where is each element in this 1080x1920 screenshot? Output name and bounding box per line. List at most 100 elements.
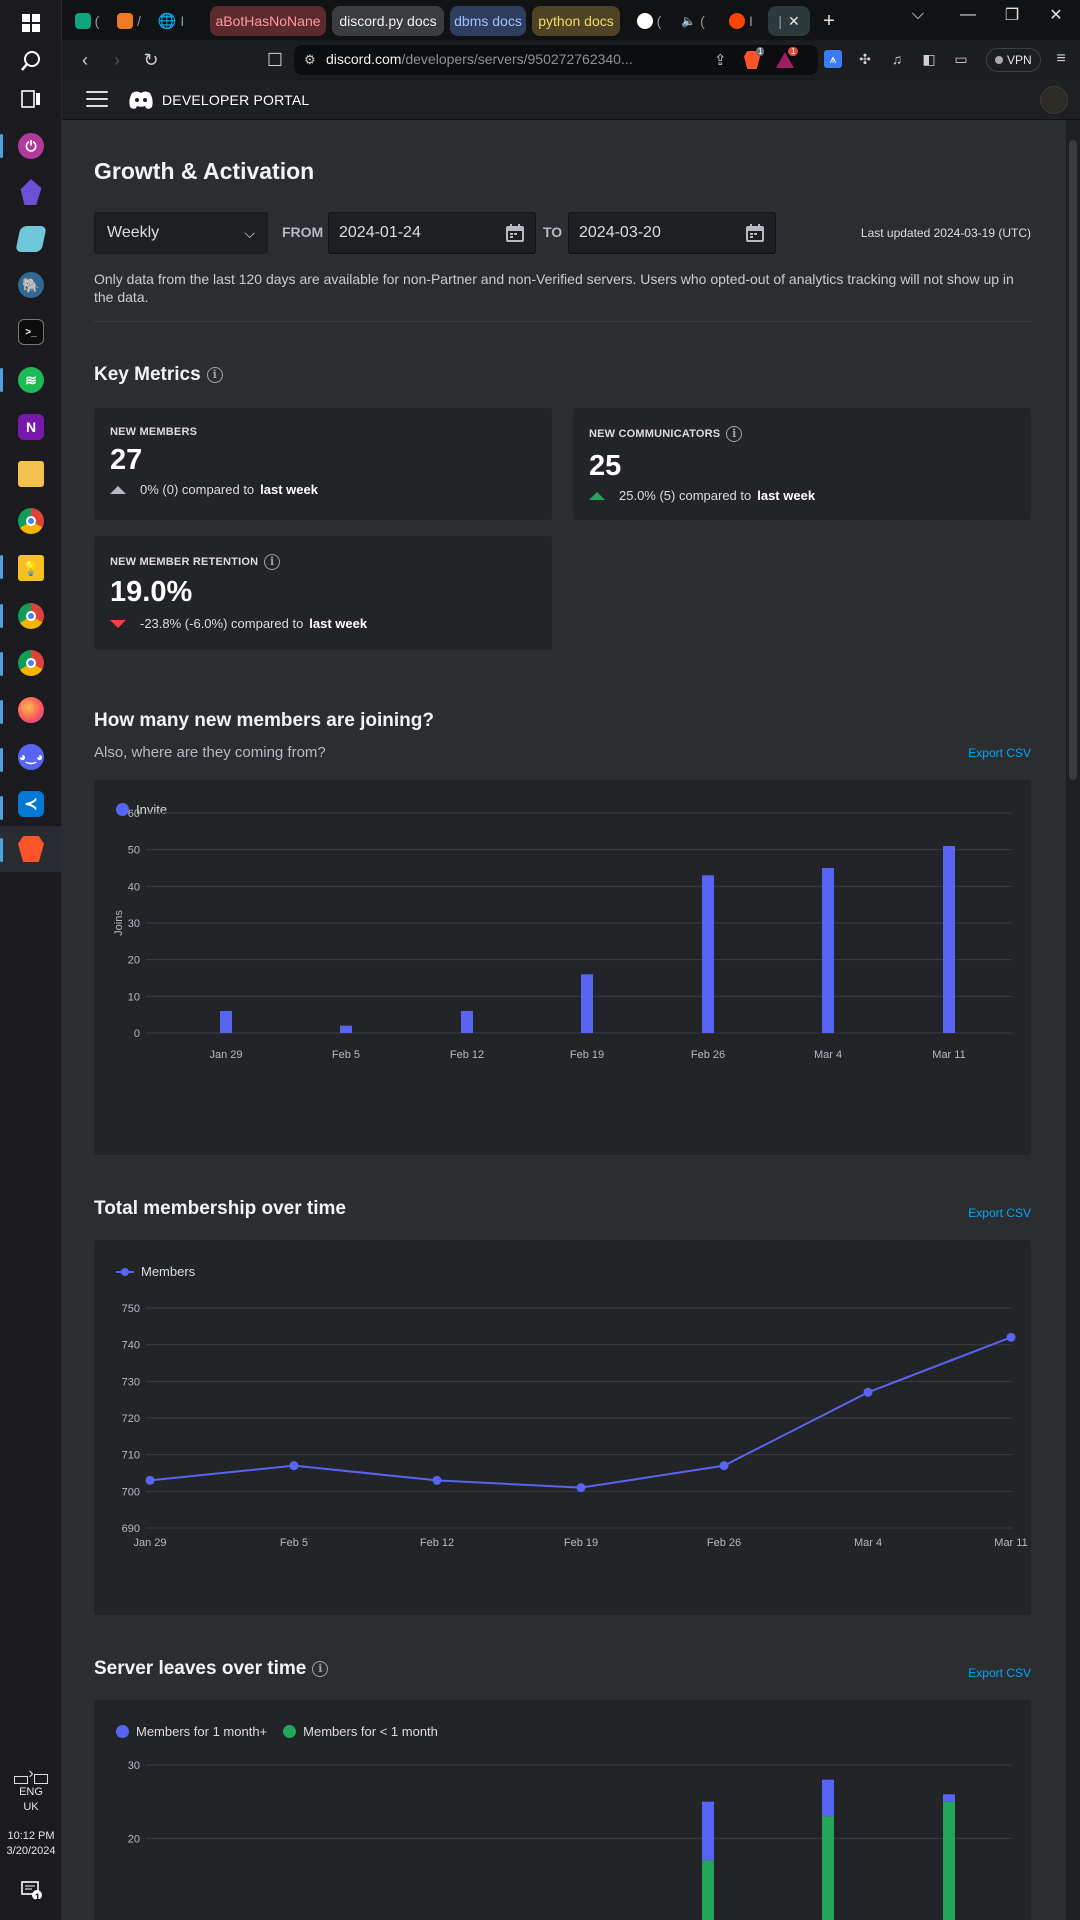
x-tick-label: Feb 12: [450, 1049, 484, 1061]
membership-heading: Total membership over time: [94, 1198, 346, 1219]
battery-icon[interactable]: [14, 1776, 28, 1784]
scrollbar-thumb[interactable]: [1069, 140, 1077, 780]
interval-value: Weekly: [107, 224, 160, 241]
sidebar-toggle-icon[interactable]: ◧: [920, 50, 938, 68]
data-point: [145, 1475, 155, 1485]
new-tab-button[interactable]: +: [814, 6, 844, 36]
y-tick-label: 740: [122, 1340, 140, 1352]
leaves-heading: Server leaves over time i: [94, 1658, 329, 1680]
y-tick-label: 20: [128, 955, 140, 967]
y-tick-label: 40: [128, 881, 140, 893]
tab-dbms-docs[interactable]: dbms docs: [450, 6, 526, 36]
divider: [94, 321, 1031, 322]
close-window-button[interactable]: ✕: [1034, 0, 1078, 30]
portal-title[interactable]: DEVELOPER PORTAL: [162, 92, 309, 108]
tab-python-docs[interactable]: python docs: [532, 6, 620, 36]
info-icon[interactable]: i: [206, 367, 223, 383]
music-icon[interactable]: ♫: [888, 50, 906, 68]
export-csv-link[interactable]: Export CSV: [968, 746, 1031, 760]
from-date-input[interactable]: 2024-01-24: [328, 212, 536, 254]
hamburger-menu-icon[interactable]: [86, 91, 108, 109]
page-scrollbar[interactable]: [1066, 120, 1080, 1920]
interval-select[interactable]: Weekly ⌵: [94, 212, 268, 254]
firefox-icon[interactable]: [0, 687, 62, 733]
extensions-puzzle-icon[interactable]: ✣: [856, 50, 874, 68]
x-tick-label: Feb 19: [564, 1537, 598, 1549]
export-csv-link[interactable]: Export CSV: [968, 1206, 1031, 1220]
bar-segment-old: [702, 1801, 714, 1861]
notes-app-icon[interactable]: [0, 216, 62, 262]
joins-chart: Invite 0 10 20 30 40 50 60 Jan 29 Feb 5 Feb 12 Feb…: [94, 780, 1031, 1155]
user-avatar[interactable]: [1040, 86, 1068, 114]
chrome-profile-s-icon[interactable]: [0, 640, 62, 686]
new-communicators-card: NEW COMMUNICATORS i 25 25.0% (5) compare…: [573, 408, 1031, 520]
vpn-icon: [995, 56, 1003, 64]
vpn-button[interactable]: VPN: [986, 48, 1041, 72]
to-date-input[interactable]: 2024-03-20: [568, 212, 776, 254]
info-icon[interactable]: i: [726, 426, 743, 442]
share-icon[interactable]: ⇪: [714, 51, 727, 69]
wallet-icon[interactable]: ▭: [952, 50, 970, 68]
obsidian-icon[interactable]: [0, 169, 62, 215]
clock[interactable]: 10:12 PM 3/20/2024: [0, 1829, 62, 1859]
pgadmin-icon[interactable]: 🐘: [0, 262, 62, 308]
tab-discordpy-docs[interactable]: discord.py docs: [332, 6, 444, 36]
info-icon[interactable]: i: [264, 554, 281, 570]
tab-reddit[interactable]: I: [722, 6, 760, 36]
bar-segment-new: [822, 1816, 834, 1920]
x-tick-label: Mar 11: [932, 1049, 965, 1061]
from-date-value: 2024-01-24: [339, 224, 421, 241]
chrome-icon[interactable]: [0, 498, 62, 544]
bar-segment-old: [822, 1779, 834, 1817]
chrome-profile-d-icon[interactable]: [0, 593, 62, 639]
key-metrics-heading: Key Metrics i: [94, 364, 223, 386]
data-point: [289, 1461, 299, 1471]
forward-button[interactable]: ›: [104, 48, 130, 72]
y-tick-label: 750: [122, 1303, 140, 1315]
tab-abothasnonane[interactable]: aBotHasNoNane: [210, 6, 326, 36]
menu-icon[interactable]: ≡: [1052, 50, 1070, 68]
network-icon[interactable]: [34, 1774, 48, 1784]
calendar-icon[interactable]: [745, 223, 765, 243]
minimize-button[interactable]: —: [946, 0, 990, 30]
close-tab-icon[interactable]: ✕: [788, 13, 800, 30]
language-indicator[interactable]: ENG UK: [0, 1785, 62, 1815]
notification-icon[interactable]: 1: [0, 1870, 62, 1910]
terminal-icon[interactable]: >_: [0, 309, 62, 355]
file-explorer-icon[interactable]: [0, 451, 62, 497]
google-keep-icon[interactable]: 💡: [0, 545, 62, 591]
x-tick-label: Feb 12: [420, 1537, 454, 1549]
x-tick-label: Feb 5: [332, 1049, 360, 1061]
bar-segment-new: [702, 1860, 714, 1920]
power-app-icon[interactable]: ⏻: [0, 123, 62, 169]
windows-taskbar: ⏻ 🐘 >_ ≋ N 💡 ◕‿◕ ≺ › ENG UK 10:12 PM 3/2…: [0, 0, 62, 1920]
tab-chatgpt[interactable]: (: [68, 6, 106, 36]
restore-button[interactable]: ❐: [990, 0, 1034, 30]
info-icon[interactable]: i: [312, 1661, 329, 1677]
metric-label: NEW MEMBER RETENTION i: [110, 554, 281, 570]
chevron-down-icon: ⌵: [244, 225, 255, 241]
url-bar[interactable]: ⚙ discord.com/developers/servers/9502727…: [294, 45, 818, 75]
tab-github[interactable]: (: [630, 6, 668, 36]
tab-search-chevron-icon[interactable]: ⌵: [896, 0, 940, 30]
bookmark-icon[interactable]: ☐: [262, 48, 288, 72]
tab-globe[interactable]: 🌐 I: [152, 6, 190, 36]
tab-orange-app[interactable]: /: [110, 6, 148, 36]
vscode-icon[interactable]: ≺: [0, 781, 62, 827]
tab-audio[interactable]: 🔈(: [674, 6, 712, 36]
x-tick-label: Mar 4: [814, 1049, 842, 1061]
discord-logo-icon[interactable]: [128, 89, 154, 111]
calendar-icon[interactable]: [505, 223, 525, 243]
reload-button[interactable]: ↻: [138, 48, 164, 72]
extension-a-icon[interactable]: ⩚: [824, 50, 842, 68]
task-view-icon[interactable]: [0, 76, 62, 122]
export-csv-link[interactable]: Export CSV: [968, 1666, 1031, 1680]
brave-icon[interactable]: [0, 826, 62, 872]
discord-icon[interactable]: ◕‿◕: [0, 734, 62, 780]
site-settings-icon[interactable]: ⚙: [304, 52, 316, 68]
membership-chart: Members 690 700 710 720 730 740 750 Jan 29 Feb 5…: [94, 1240, 1031, 1615]
spotify-icon[interactable]: ≋: [0, 357, 62, 403]
tab-active[interactable]: | ✕: [768, 6, 810, 36]
back-button[interactable]: ‹: [72, 48, 98, 72]
onenote-icon[interactable]: N: [0, 404, 62, 450]
